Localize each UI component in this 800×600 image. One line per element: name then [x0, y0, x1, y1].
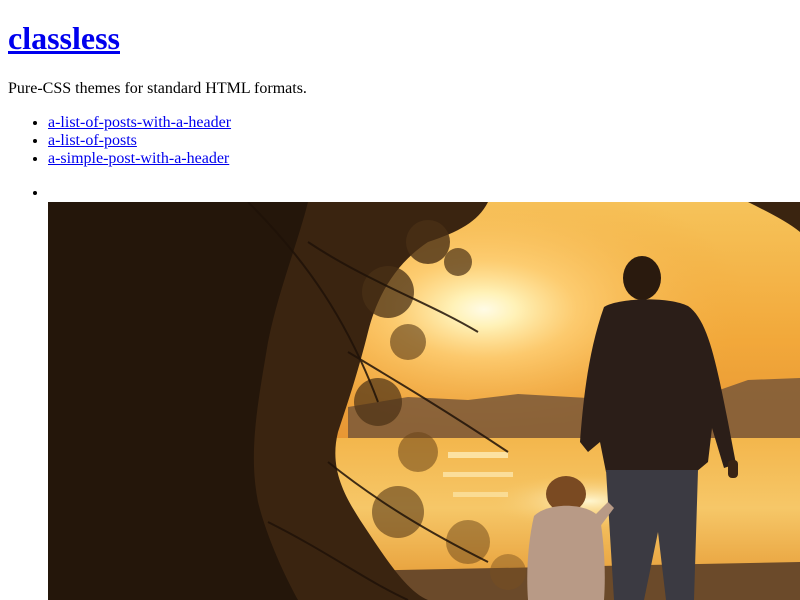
post-links-list: a-list-of-posts-with-a-header a-list-of-… — [8, 114, 231, 168]
list-item: a-list-of-posts-with-a-header — [48, 114, 231, 132]
image-list — [8, 184, 800, 202]
site-title: classless — [8, 20, 120, 57]
post-link[interactable]: a-list-of-posts-with-a-header — [48, 114, 231, 131]
post-link[interactable]: a-simple-post-with-a-header — [48, 150, 229, 167]
list-item — [48, 184, 800, 202]
site-title-link[interactable]: classless — [8, 20, 120, 56]
list-item: a-simple-post-with-a-header — [48, 150, 231, 168]
site-tagline: Pure-CSS themes for standard HTML format… — [8, 80, 307, 97]
sunset-photo-image — [48, 202, 800, 600]
list-item: a-list-of-posts — [48, 132, 231, 150]
post-link[interactable]: a-list-of-posts — [48, 132, 137, 149]
sunset-photo — [48, 202, 800, 600]
